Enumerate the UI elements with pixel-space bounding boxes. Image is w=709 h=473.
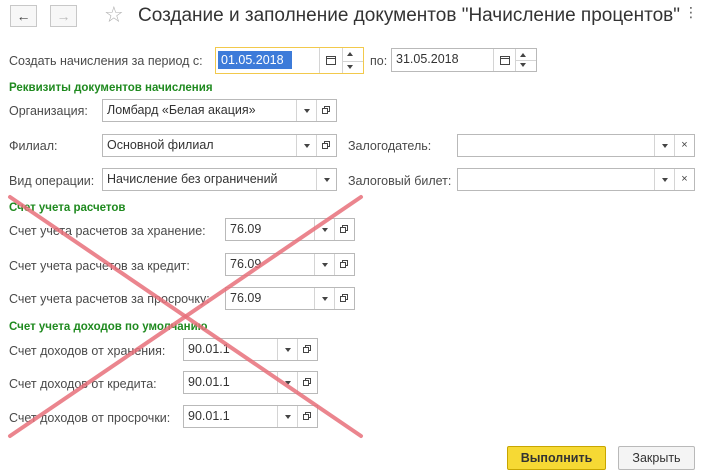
favorite-star-icon[interactable]: ☆ bbox=[104, 2, 124, 28]
open-button[interactable] bbox=[297, 339, 317, 360]
settlement-credit-label: Счет учета расчетов за кредит: bbox=[9, 259, 190, 273]
income-overdue-label: Счет доходов от просрочки: bbox=[9, 411, 171, 425]
organization-label: Организация: bbox=[9, 104, 88, 118]
dropdown-button[interactable] bbox=[296, 135, 316, 156]
section-settlements: Счет учета расчетов bbox=[9, 202, 126, 214]
arrow-right-icon: → bbox=[56, 8, 71, 24]
income-credit-value: 90.01.1 bbox=[188, 375, 230, 389]
chevron-down-icon bbox=[303, 108, 310, 113]
chevron-down-icon bbox=[303, 143, 310, 148]
open-button[interactable] bbox=[297, 406, 317, 427]
dropdown-button[interactable] bbox=[654, 169, 674, 190]
pledger-field[interactable]: × bbox=[457, 134, 695, 157]
close-button[interactable]: Закрыть bbox=[618, 446, 695, 470]
settlement-storage-field[interactable]: 76.09 bbox=[225, 218, 355, 241]
period-from-field[interactable]: 01.05.2018 bbox=[215, 47, 364, 74]
dropdown-button[interactable] bbox=[277, 372, 297, 393]
close-icon: × bbox=[681, 139, 688, 151]
settlement-overdue-field[interactable]: 76.09 bbox=[225, 287, 355, 310]
chevron-down-icon bbox=[661, 177, 668, 182]
chevron-down-icon bbox=[284, 414, 291, 419]
execute-button[interactable]: Выполнить bbox=[507, 446, 606, 470]
open-button[interactable] bbox=[334, 254, 354, 275]
dropdown-button[interactable] bbox=[314, 254, 334, 275]
open-icon bbox=[303, 345, 312, 354]
open-button[interactable] bbox=[316, 135, 336, 156]
open-button[interactable] bbox=[334, 219, 354, 240]
close-button-label: Закрыть bbox=[632, 451, 681, 465]
income-storage-field[interactable]: 90.01.1 bbox=[183, 338, 318, 361]
dropdown-button[interactable] bbox=[314, 219, 334, 240]
open-button[interactable] bbox=[297, 372, 317, 393]
pledger-label: Залогодатель: bbox=[348, 139, 432, 153]
income-overdue-field[interactable]: 90.01.1 bbox=[183, 405, 318, 428]
period-from-value: 01.05.2018 bbox=[221, 53, 284, 67]
period-to-spinner[interactable] bbox=[515, 49, 536, 71]
period-to-field[interactable]: 31.05.2018 bbox=[391, 48, 537, 72]
section-income: Счет учета доходов по умолчанию bbox=[9, 321, 208, 333]
branch-field[interactable]: Основной филиал bbox=[102, 134, 337, 157]
dropdown-button[interactable] bbox=[277, 406, 297, 427]
dropdown-button[interactable] bbox=[314, 288, 334, 309]
operation-field[interactable]: Начисление без ограничений bbox=[102, 168, 337, 191]
chevron-down-icon bbox=[321, 227, 328, 232]
calendar-button[interactable] bbox=[319, 48, 341, 73]
settlement-storage-label: Счет учета расчетов за хранение: bbox=[9, 224, 206, 238]
open-button[interactable] bbox=[316, 100, 336, 121]
settlement-overdue-value: 76.09 bbox=[230, 291, 262, 305]
section-requisites: Реквизиты документов начисления bbox=[9, 82, 213, 94]
period-label: Создать начисления за период с: bbox=[9, 54, 203, 68]
open-button[interactable] bbox=[334, 288, 354, 309]
calendar-button[interactable] bbox=[493, 49, 515, 71]
ticket-field[interactable]: × bbox=[457, 168, 695, 191]
forward-button[interactable]: → bbox=[50, 5, 77, 27]
operation-value: Начисление без ограничений bbox=[107, 172, 278, 186]
income-storage-value: 90.01.1 bbox=[188, 342, 230, 356]
settlement-credit-value: 76.09 bbox=[230, 257, 262, 271]
chevron-down-icon bbox=[661, 143, 668, 148]
settlement-overdue-label: Счет учета расчетов за просрочку: bbox=[9, 292, 210, 306]
branch-label: Филиал: bbox=[9, 139, 58, 153]
open-icon bbox=[340, 260, 349, 269]
organization-value: Ломбард «Белая акация» bbox=[107, 103, 256, 117]
dropdown-button[interactable] bbox=[277, 339, 297, 360]
income-storage-label: Счет доходов от хранения: bbox=[9, 344, 166, 358]
back-button[interactable]: ← bbox=[10, 5, 37, 27]
open-icon bbox=[303, 412, 312, 421]
open-icon bbox=[303, 378, 312, 387]
clear-button[interactable]: × bbox=[674, 135, 694, 156]
more-menu-button[interactable]: ⋮ bbox=[684, 4, 698, 21]
operation-label: Вид операции: bbox=[9, 174, 95, 188]
open-icon bbox=[322, 106, 331, 115]
chevron-down-icon bbox=[321, 262, 328, 267]
open-icon bbox=[322, 141, 331, 150]
open-icon bbox=[340, 225, 349, 234]
income-credit-field[interactable]: 90.01.1 bbox=[183, 371, 318, 394]
chevron-down-icon bbox=[284, 380, 291, 385]
period-from-spinner[interactable] bbox=[342, 48, 363, 73]
chevron-down-icon bbox=[284, 347, 291, 352]
chevron-down-icon bbox=[321, 296, 328, 301]
period-to-value: 31.05.2018 bbox=[396, 52, 459, 66]
branch-value: Основной филиал bbox=[107, 138, 214, 152]
dropdown-button[interactable] bbox=[296, 100, 316, 121]
open-icon bbox=[340, 294, 349, 303]
period-to-label: по: bbox=[370, 54, 388, 68]
organization-field[interactable]: Ломбард «Белая акация» bbox=[102, 99, 337, 122]
settlement-credit-field[interactable]: 76.09 bbox=[225, 253, 355, 276]
calendar-icon bbox=[325, 56, 336, 65]
income-overdue-value: 90.01.1 bbox=[188, 409, 230, 423]
window-title: Создание и заполнение документов "Начисл… bbox=[138, 5, 680, 26]
arrow-left-icon: ← bbox=[16, 8, 31, 24]
ticket-label: Залоговый билет: bbox=[348, 174, 452, 188]
calendar-icon bbox=[499, 55, 510, 65]
dropdown-button[interactable] bbox=[654, 135, 674, 156]
dropdown-button[interactable] bbox=[316, 169, 336, 190]
close-icon: × bbox=[681, 173, 688, 185]
clear-button[interactable]: × bbox=[674, 169, 694, 190]
income-credit-label: Счет доходов от кредита: bbox=[9, 377, 157, 391]
execute-button-label: Выполнить bbox=[520, 451, 593, 465]
settlement-storage-value: 76.09 bbox=[230, 222, 262, 236]
chevron-down-icon bbox=[323, 177, 330, 182]
